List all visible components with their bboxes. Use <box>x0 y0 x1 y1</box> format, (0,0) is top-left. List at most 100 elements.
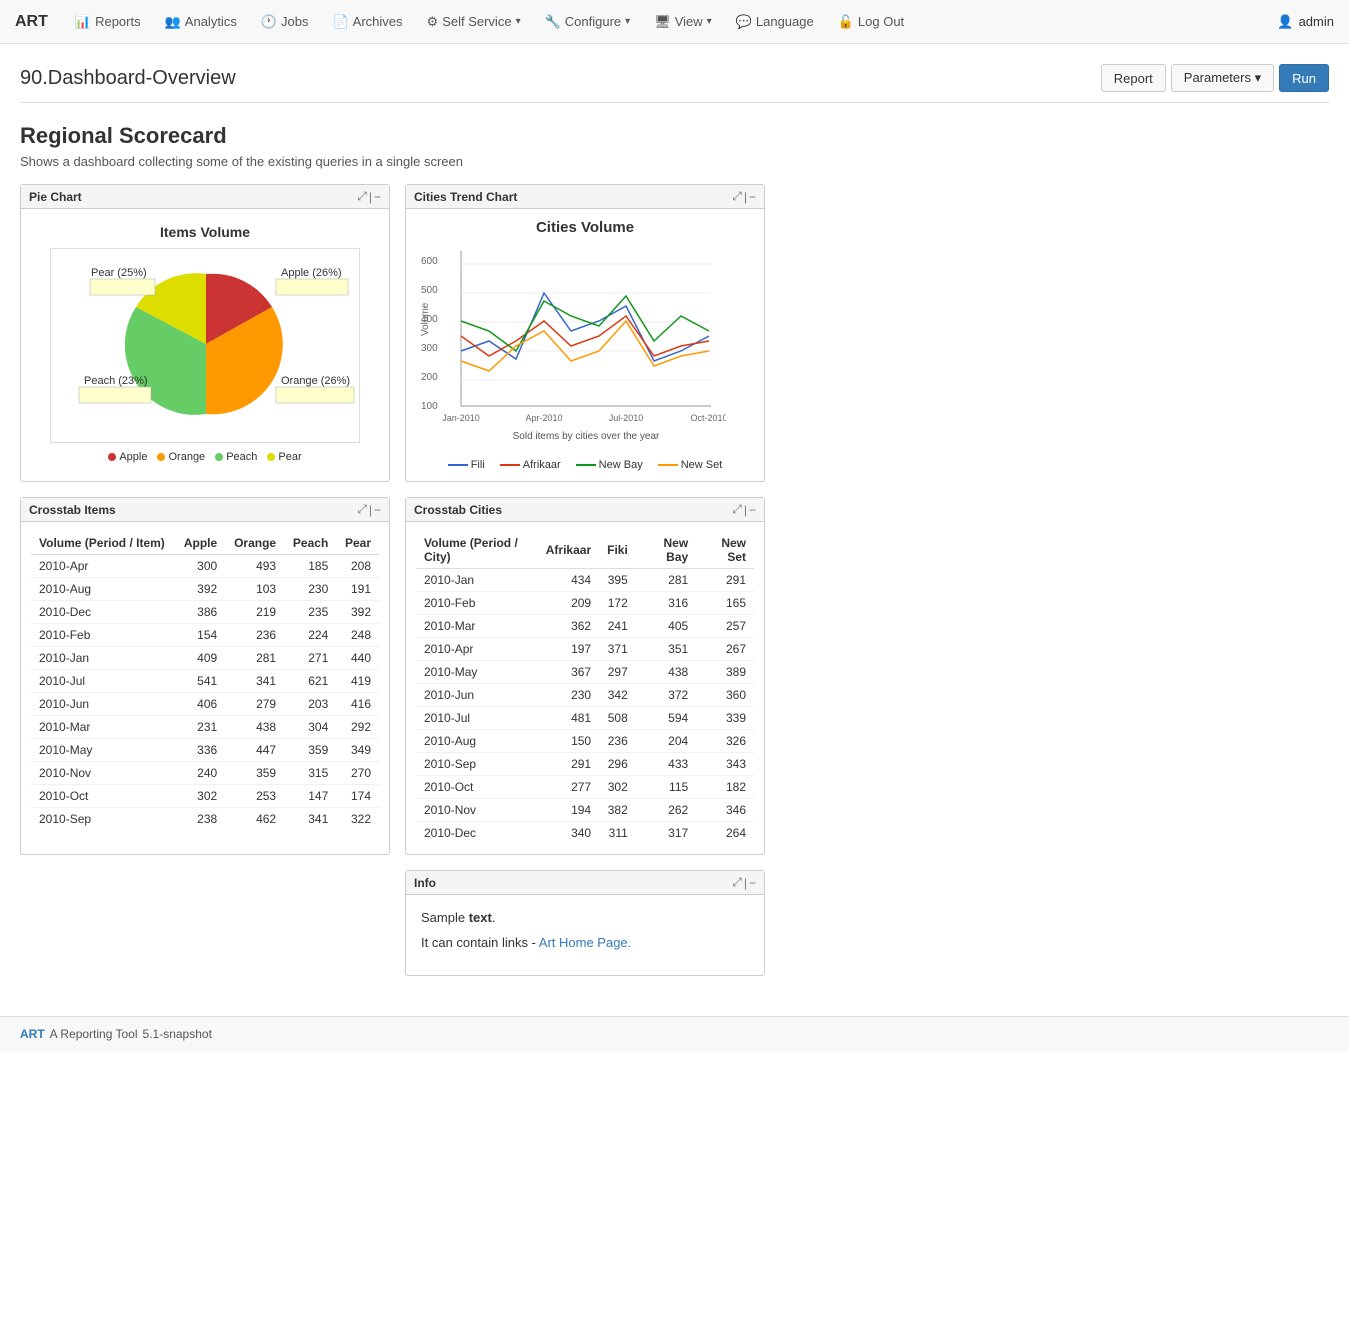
info-minimize-icon[interactable]: − <box>749 876 756 890</box>
crosstab-items-body-rows: 2010-Apr3004931852082010-Aug392103230191… <box>31 555 379 831</box>
cities-trend-expand-icon[interactable]: ⤢ <box>732 189 742 204</box>
svg-text:600: 600 <box>421 256 438 267</box>
info-title: Info <box>414 876 436 890</box>
cities-trend-controls: ⤢ | − <box>732 189 756 204</box>
nav-item-logout[interactable]: 🔓 Log Out <box>826 0 916 44</box>
legend-line-afrikaar <box>500 464 520 466</box>
cities-trend-body: Cities Volume 100 200 300 400 500 600 Vo <box>406 209 764 481</box>
crosstab-items-header-row: Volume (Period / Item) Apple Orange Peac… <box>31 532 379 555</box>
footer-tagline: A Reporting Tool <box>50 1027 138 1041</box>
cities-trend-chart-title: Cities Volume <box>416 219 754 236</box>
table-row: 2010-Dec386219235392 <box>31 601 379 624</box>
table-row: 2010-Apr300493185208 <box>31 555 379 578</box>
nav-item-language[interactable]: 💬 Language <box>724 0 826 44</box>
footer-brand[interactable]: ART <box>20 1027 45 1041</box>
legend-label-newbay: New Bay <box>599 459 643 471</box>
dashboard-row-1: Pie Chart ⤢ | − Items Volume <box>20 184 1329 482</box>
crosstab-cities-table: Volume (Period / City) Afrikaar Fiki New… <box>416 532 754 844</box>
info-text-1: Sample text. <box>421 910 749 925</box>
nav-item-view[interactable]: 🖥 View ▾ <box>642 0 724 44</box>
crosstab-cities-minimize-icon[interactable]: − <box>749 503 756 517</box>
report-content: Regional Scorecard Shows a dashboard col… <box>0 103 1349 996</box>
legend-label-apple: Apple <box>119 451 147 463</box>
info-expand-icon[interactable]: ⤢ <box>732 875 742 890</box>
table-row: 2010-Dec340311317264 <box>416 822 754 845</box>
cities-trend-minimize-icon[interactable]: − <box>749 190 756 204</box>
legend-item-fili: Fili <box>448 459 485 471</box>
nav-item-jobs[interactable]: 🕐 Jobs <box>249 0 321 44</box>
legend-line-newset <box>658 464 678 466</box>
pie-label-apple: Apple (26%) <box>281 267 342 279</box>
crosstab-cities-title: Crosstab Cities <box>414 503 502 517</box>
nav-item-analytics[interactable]: 👥 Analytics <box>153 0 249 44</box>
configure-icon: 🔧 <box>545 0 561 44</box>
nav-item-reports[interactable]: 📊 Reports <box>63 0 153 44</box>
report-button[interactable]: Report <box>1101 64 1166 92</box>
cities-trend-title: Cities Trend Chart <box>414 190 517 204</box>
header-buttons: Report Parameters ▾ Run <box>1101 64 1329 92</box>
crosstab-items-separator: | <box>369 503 372 517</box>
nav-item-selfservice[interactable]: ⚙ Self Service ▾ <box>415 0 533 44</box>
nav-items: 📊 Reports 👥 Analytics 🕐 Jobs 📄 Archives … <box>63 0 1278 44</box>
table-row: 2010-Oct302253147174 <box>31 785 379 808</box>
svg-text:Oct-2010: Oct-2010 <box>690 413 726 423</box>
table-row: 2010-Feb154236224248 <box>31 624 379 647</box>
table-row: 2010-Mar362241405257 <box>416 615 754 638</box>
crosstab-items-title: Crosstab Items <box>29 503 116 517</box>
table-row: 2010-May336447359349 <box>31 739 379 762</box>
parameters-button[interactable]: Parameters ▾ <box>1171 64 1274 92</box>
pie-chart-title: Pie Chart <box>29 190 82 204</box>
pie-chart-expand-icon[interactable]: ⤢ <box>357 189 367 204</box>
configure-caret: ▾ <box>625 0 630 44</box>
newbay-line <box>461 296 709 351</box>
crosstab-items-header: Crosstab Items ⤢ | − <box>21 498 389 522</box>
pie-chart-widget: Pie Chart ⤢ | − Items Volume <box>20 184 390 482</box>
table-row: 2010-Aug150236204326 <box>416 730 754 753</box>
crosstab-items-table: Volume (Period / Item) Apple Orange Peac… <box>31 532 379 830</box>
dashboard-row-2: Crosstab Items ⤢ | − Volume (Period / It… <box>20 497 1329 855</box>
legend-dot-orange <box>157 453 165 461</box>
pie-chart-separator: | <box>369 190 372 204</box>
pie-chart-svg: Pear (25%) Apple (26%) Orange (26%) Peac… <box>56 254 356 434</box>
pie-chart-container: Items Volume <box>31 219 379 468</box>
crosstab-items-expand-icon[interactable]: ⤢ <box>357 502 367 517</box>
logout-icon: 🔓 <box>838 0 854 44</box>
cities-trend-svg: 100 200 300 400 500 600 Volume <box>416 241 726 451</box>
row3-spacer <box>20 870 390 976</box>
crosstab-items-widget: Crosstab Items ⤢ | − Volume (Period / It… <box>20 497 390 855</box>
cities-trend-legend: Fili Afrikaar New Bay New Set <box>416 459 754 471</box>
legend-item-peach: Peach <box>215 451 257 463</box>
nav-item-configure[interactable]: 🔧 Configure ▾ <box>533 0 643 44</box>
crosstab-cities-header: Crosstab Cities ⤢ | − <box>406 498 764 522</box>
crosstab-cities-separator: | <box>744 503 747 517</box>
table-row: 2010-Nov194382262346 <box>416 799 754 822</box>
crosstab-items-minimize-icon[interactable]: − <box>374 503 381 517</box>
crosstab-cities-expand-icon[interactable]: ⤢ <box>732 502 742 517</box>
legend-item-newbay: New Bay <box>576 459 643 471</box>
legend-item-newset: New Set <box>658 459 723 471</box>
pie-chart-header: Pie Chart ⤢ | − <box>21 185 389 209</box>
legend-label-afrikaar: Afrikaar <box>523 459 561 471</box>
svg-text:200: 200 <box>421 372 438 383</box>
pie-svg-wrapper: Pear (25%) Apple (26%) Orange (26%) Peac… <box>50 248 360 443</box>
report-title: Regional Scorecard <box>20 123 1329 149</box>
run-button[interactable]: Run <box>1279 64 1329 92</box>
view-caret: ▾ <box>707 0 712 44</box>
navbar-brand[interactable]: ART <box>15 13 48 31</box>
table-row: 2010-Jan434395281291 <box>416 569 754 592</box>
pie-chart-chart-title: Items Volume <box>160 224 250 240</box>
legend-label-orange: Orange <box>168 451 205 463</box>
jobs-icon: 🕐 <box>261 0 277 44</box>
crosstab-cities-controls: ⤢ | − <box>732 502 756 517</box>
table-row: 2010-Aug392103230191 <box>31 578 379 601</box>
user-icon: 👤 <box>1277 14 1293 30</box>
info-link[interactable]: Art Home Page. <box>539 935 632 950</box>
pie-chart-minimize-icon[interactable]: − <box>374 190 381 204</box>
legend-line-newbay <box>576 464 596 466</box>
crosstab-cities-col-newbay: New Bay <box>636 532 696 569</box>
pie-chart-legend: Apple Orange Peach <box>108 451 301 463</box>
footer-version: 5.1-snapshot <box>143 1027 212 1041</box>
nav-item-archives[interactable]: 📄 Archives <box>320 0 414 44</box>
info-text-2: It can contain links - Art Home Page. <box>421 935 749 950</box>
table-row: 2010-Apr197371351267 <box>416 638 754 661</box>
